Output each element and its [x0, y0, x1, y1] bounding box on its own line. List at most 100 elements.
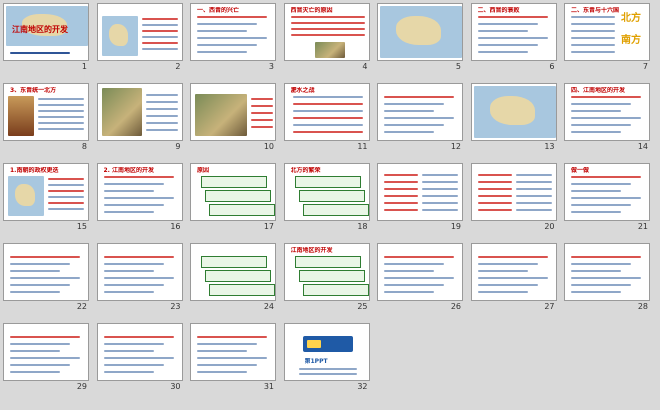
slide-number: 30 [170, 382, 181, 391]
slide-thumbnail[interactable] [3, 243, 89, 301]
slide-thumbnail[interactable]: 2. 江南地区的开发 [96, 163, 183, 221]
slide-thumbnail[interactable]: 一、西晋的兴亡 [190, 3, 276, 61]
slide-number: 25 [357, 302, 368, 311]
slide-thumbnail[interactable]: 西晋灭亡的原因 [283, 3, 370, 61]
slide-cell: 西晋灭亡的原因 4 [283, 3, 370, 73]
slide-thumbnail[interactable] [377, 243, 463, 301]
text-line [103, 277, 174, 279]
slide-thumbnail[interactable] [470, 163, 557, 221]
slide-title: 原因 [197, 167, 210, 174]
text-line [251, 119, 273, 121]
text-line [571, 117, 641, 119]
text-line [477, 256, 548, 258]
text-line [10, 343, 70, 345]
slide-thumbnail[interactable] [96, 3, 183, 61]
text-line [477, 174, 512, 176]
photo-image [101, 88, 142, 136]
diagram-box [209, 284, 275, 296]
slide-cell: 24 [190, 243, 276, 313]
text-line [103, 364, 164, 366]
text-line [384, 96, 454, 98]
slide-thumbnail[interactable] [190, 323, 276, 381]
slide-cell: 26 [377, 243, 463, 313]
map-image [101, 16, 138, 56]
slide-thumbnail[interactable]: 淝水之战 [283, 83, 370, 141]
slide-thumbnail[interactable] [377, 163, 463, 221]
text-line [38, 104, 84, 106]
text-line [384, 117, 454, 119]
photo-image [195, 94, 247, 136]
slide-cell: 第1PPT 32 [283, 323, 370, 393]
text-line [251, 112, 273, 114]
slide-cell: 13 [470, 83, 557, 153]
slide-title: 淝水之战 [290, 87, 315, 94]
slide-number: 1 [81, 62, 87, 71]
text-line [290, 22, 365, 24]
slide-number: 32 [357, 382, 368, 391]
text-line [571, 44, 615, 46]
slide-cell: 22 [3, 243, 89, 313]
slide-thumbnail[interactable] [470, 243, 557, 301]
slide-cell: 20 [470, 163, 557, 233]
text-line [10, 336, 80, 338]
text-line [384, 270, 434, 272]
slide-thumbnail[interactable]: 江南地区的开发 [283, 243, 370, 301]
text-line [103, 350, 154, 352]
text-line [251, 98, 273, 100]
text-line [384, 202, 418, 204]
slide-thumbnail[interactable] [190, 243, 276, 301]
text-line [103, 183, 164, 185]
slide-thumbnail[interactable]: 二、东晋与十六国 北方 南方 [564, 3, 650, 61]
slide-thumbnail[interactable]: 原因 [190, 163, 276, 221]
slide-thumbnail[interactable] [3, 323, 89, 381]
slide-thumbnail[interactable]: 第1PPT [283, 323, 370, 381]
slide-thumbnail[interactable]: 第19课江南地区的开发 [3, 3, 89, 61]
slide-cell: 四、江南地区的开发 14 [564, 83, 650, 153]
text-line [571, 16, 615, 18]
text-line [48, 184, 84, 186]
text-line [103, 270, 154, 272]
slide-thumbnail[interactable]: 北方的繁荣 [283, 163, 370, 221]
slide-thumbnail[interactable]: 做一做 [564, 163, 650, 221]
slide-thumbnail[interactable] [377, 3, 463, 61]
slide-thumbnail[interactable]: 1.南朝的政权更迭 [3, 163, 89, 221]
slide-number: 7 [642, 62, 648, 71]
text-line [10, 284, 70, 286]
slide-cell: 10 [190, 83, 276, 153]
slide-number: 3 [268, 62, 274, 71]
text-line [103, 284, 164, 286]
diagram-box [298, 270, 365, 282]
text-line [145, 101, 178, 103]
slide-thumbnail[interactable]: 3、东晋统一北方 [3, 83, 89, 141]
text-line [422, 181, 458, 183]
text-line [292, 103, 363, 105]
slide-thumbnail[interactable] [470, 83, 557, 141]
text-line [103, 211, 154, 213]
text-line [515, 209, 552, 211]
slide-cell: 2. 江南地区的开发 16 [96, 163, 183, 233]
slide-thumbnail[interactable] [96, 243, 183, 301]
text-line [477, 30, 528, 32]
slide-cell: 5 [377, 3, 463, 73]
text-line [298, 373, 357, 375]
slide-thumbnail[interactable] [190, 83, 276, 141]
text-line [141, 48, 178, 50]
text-line [477, 195, 512, 197]
text-line [477, 37, 548, 39]
slide-thumbnail[interactable]: 四、江南地区的开发 [564, 83, 650, 141]
text-line [10, 256, 80, 258]
slide-title: 做一做 [571, 167, 590, 174]
text-line [38, 98, 84, 100]
map-image [8, 176, 44, 216]
text-line [292, 124, 363, 126]
slide-thumbnail[interactable] [377, 83, 463, 141]
slide-thumbnail[interactable] [96, 323, 183, 381]
slide-cell: 做一做 21 [564, 163, 650, 233]
slide-number: 29 [76, 382, 87, 391]
text-line [477, 181, 512, 183]
slide-thumbnail[interactable] [96, 83, 183, 141]
slide-thumbnail[interactable]: 二、西晋的衰败 [470, 3, 557, 61]
slide-thumbnail[interactable] [564, 243, 650, 301]
text-line [38, 122, 84, 124]
text-line [10, 270, 60, 272]
